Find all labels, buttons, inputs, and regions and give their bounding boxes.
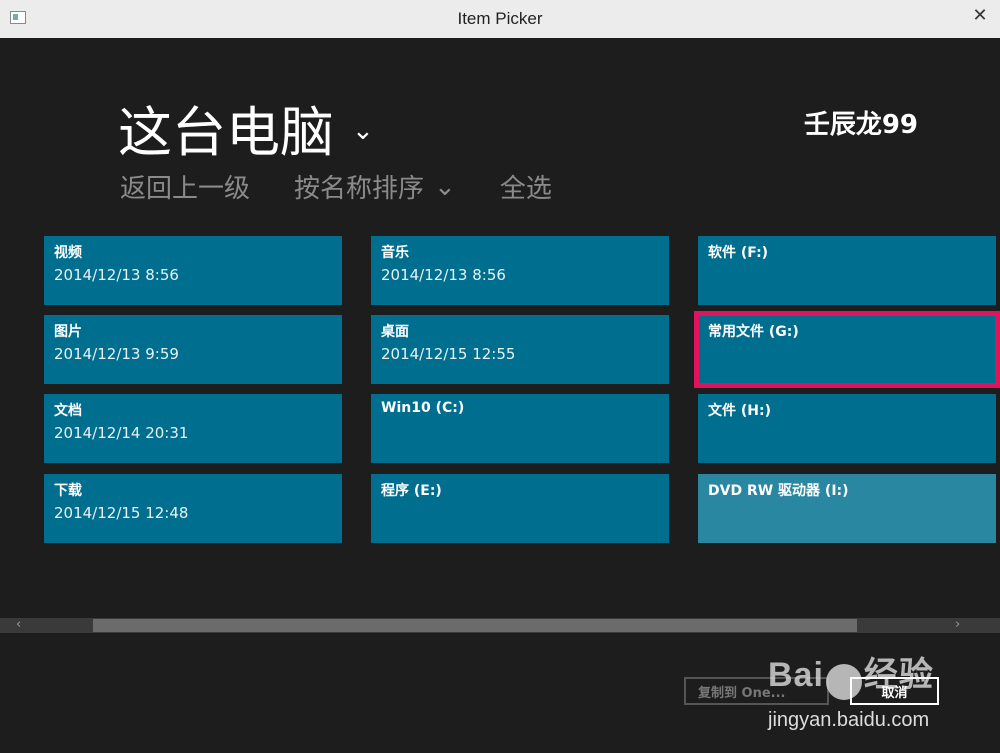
toolbar: 返回上一级 按名称排序 ⌄ 全选 — [120, 168, 552, 205]
tile-name: 常用文件 (G:) — [708, 324, 799, 340]
chevron-down-icon: ⌄ — [434, 171, 456, 202]
user-name: 壬辰龙99 — [803, 110, 918, 140]
tile-date: 2014/12/13 8:56 — [381, 266, 506, 284]
sort-button[interactable]: 按名称排序 ⌄ — [294, 168, 456, 205]
tile-music[interactable]: 音乐 2014/12/13 8:56 — [371, 236, 669, 305]
close-button[interactable]: ✕ — [960, 0, 1000, 30]
location-title[interactable]: 这台电脑 ⌄ — [118, 88, 374, 167]
tile-name: Win10 (C:) — [381, 400, 465, 416]
tile-name: 视频 — [54, 245, 82, 261]
tile-date: 2014/12/13 8:56 — [54, 266, 179, 284]
select-all-button[interactable]: 全选 — [500, 168, 552, 205]
tile-desktop[interactable]: 桌面 2014/12/15 12:55 — [371, 315, 669, 384]
tile-documents[interactable]: 文档 2014/12/14 20:31 — [44, 394, 342, 463]
watermark-brand-left: Bai — [768, 656, 824, 694]
tile-drive-i[interactable]: DVD RW 驱动器 (I:) — [698, 474, 996, 543]
horizontal-scrollbar[interactable]: ‹ › — [0, 617, 1000, 633]
window-title: Item Picker — [457, 9, 543, 28]
cancel-button[interactable]: 取消 — [850, 677, 939, 705]
tile-name: 桌面 — [381, 324, 409, 340]
scrollbar-thumb[interactable] — [93, 619, 857, 632]
tile-name: 下载 — [54, 483, 82, 499]
tile-date: 2014/12/15 12:48 — [54, 504, 189, 522]
chevron-down-icon: ⌄ — [352, 115, 374, 146]
title-bar: Item Picker ✕ — [0, 0, 1000, 38]
scroll-right-icon[interactable]: › — [955, 617, 960, 632]
tile-name: 程序 (E:) — [381, 483, 442, 499]
picker-content: 这台电脑 ⌄ 壬辰龙99 返回上一级 按名称排序 ⌄ 全选 视频 2014/12… — [0, 38, 1000, 633]
tile-name: 图片 — [54, 324, 82, 340]
tile-name: 文件 (H:) — [708, 403, 771, 419]
tile-name: 音乐 — [381, 245, 409, 261]
go-up-button[interactable]: 返回上一级 — [120, 168, 250, 205]
footer-bar: 复制到 One... Bai 经验 jingyan.baidu.com 取消 — [0, 633, 1000, 753]
tile-drive-g[interactable]: 常用文件 (G:) — [694, 311, 1000, 388]
tile-date: 2014/12/14 20:31 — [54, 424, 189, 442]
sort-label: 按名称排序 — [294, 174, 425, 204]
location-title-text: 这台电脑 — [118, 101, 334, 164]
watermark-site: jingyan.baidu.com — [768, 709, 930, 731]
scroll-left-icon[interactable]: ‹ — [16, 617, 21, 632]
tile-drive-e[interactable]: 程序 (E:) — [371, 474, 669, 543]
tile-pictures[interactable]: 图片 2014/12/13 9:59 — [44, 315, 342, 384]
tile-date: 2014/12/15 12:55 — [381, 345, 516, 363]
tile-name: DVD RW 驱动器 (I:) — [708, 483, 849, 499]
tile-drive-f[interactable]: 软件 (F:) — [698, 236, 996, 305]
tile-downloads[interactable]: 下载 2014/12/15 12:48 — [44, 474, 342, 543]
tile-drive-c[interactable]: Win10 (C:) — [371, 394, 669, 463]
tile-drive-h[interactable]: 文件 (H:) — [698, 394, 996, 463]
tile-name: 软件 (F:) — [708, 245, 769, 261]
tile-date: 2014/12/13 9:59 — [54, 345, 179, 363]
tile-videos[interactable]: 视频 2014/12/13 8:56 — [44, 236, 342, 305]
tile-name: 文档 — [54, 403, 82, 419]
